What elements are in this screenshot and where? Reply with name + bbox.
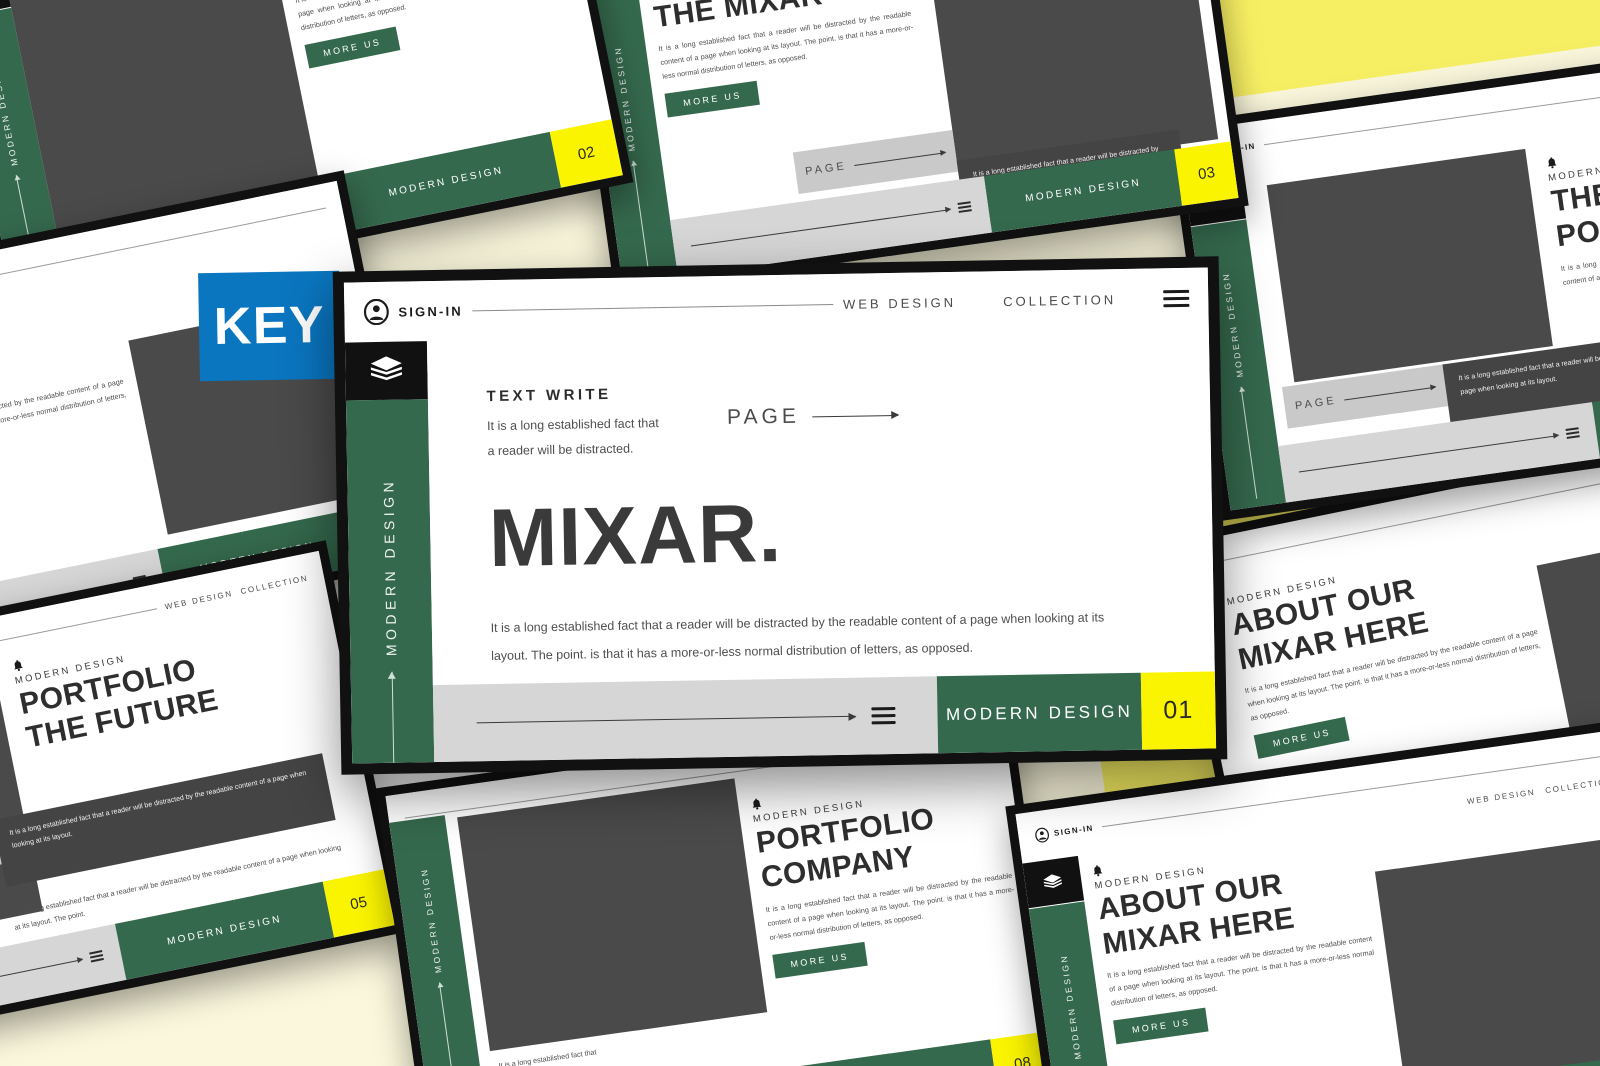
slide-paragraph: It is a long established fact that a rea… xyxy=(0,376,128,460)
rail-label: MODERN DESIGN xyxy=(1058,953,1084,1061)
hero-body: TEXT WRITE It is a long established fact… xyxy=(426,327,1215,686)
hero-rail-logo-block xyxy=(344,341,428,401)
slide-body: MODERN DESIGN ABOUT OUR MIXAR HERE It is… xyxy=(1092,828,1394,1066)
slide-card-hero-mixar[interactable]: SIGN-IN WEB DESIGN COLLECTION MODERN DES… xyxy=(332,256,1228,775)
bell-icon xyxy=(752,799,762,811)
arrow-right-icon xyxy=(811,414,898,418)
hero-slide-inner: SIGN-IN WEB DESIGN COLLECTION MODERN DES… xyxy=(343,267,1217,764)
more-us-button[interactable]: MORE US xyxy=(772,941,868,979)
hero-lede-line-1: It is a long established fact that xyxy=(486,416,659,434)
arrow-right-icon xyxy=(854,151,946,166)
slide-body: MODERN DESIGN INDUSTRIAL THE MIXAR It is… xyxy=(643,0,935,218)
footer-grey xyxy=(432,676,939,763)
key-logo-text: KEY xyxy=(213,296,326,356)
hamburger-icon[interactable] xyxy=(1565,427,1580,440)
key-logo-tile: KEY xyxy=(198,270,341,382)
rail-label: MODERN DESIGN xyxy=(418,867,444,975)
arrow-up-icon xyxy=(391,671,394,763)
topbar-rule xyxy=(472,303,834,311)
page-chip-label: PAGE xyxy=(804,160,848,178)
signin-label: SIGN-IN xyxy=(398,303,464,320)
nav-collection[interactable]: COLLECTION xyxy=(240,574,310,597)
topbar-rule xyxy=(1263,96,1600,146)
arrow-right-icon xyxy=(476,715,856,724)
avatar-icon xyxy=(363,298,389,326)
signin-label: SIGN-IN xyxy=(1053,823,1095,839)
hero-rail-green: MODERN DESIGN xyxy=(345,398,435,764)
footer-page-number: 01 xyxy=(1140,671,1217,750)
slide-card-about-our-mixar-bottom[interactable]: SIGN-IN MODERN DESIGN MODERN DESIGN ABOU… xyxy=(1005,717,1600,1066)
signin-group[interactable]: SIGN-IN xyxy=(363,298,463,326)
avatar-icon xyxy=(1034,828,1049,844)
hamburger-icon[interactable] xyxy=(88,950,104,963)
slide-paragraph: It is a long established fact that a rea… xyxy=(294,0,567,33)
slide-photo-cathedral-arches xyxy=(1375,836,1600,1066)
slide-photo-rollercoaster xyxy=(1266,148,1553,382)
hero-footer: MODERN DESIGN 01 xyxy=(432,671,1217,763)
signin-group[interactable]: SIGN-IN xyxy=(1033,821,1095,844)
bell-icon xyxy=(1547,157,1557,169)
slide-card-industrial[interactable]: WEB DESIGN COLLECTION MODERN DESIGN MODE… xyxy=(559,0,1249,295)
rail-label: MODERN DESIGN xyxy=(380,477,400,656)
footer-label: MODERN DESIGN xyxy=(937,672,1142,754)
more-us-button[interactable]: MORE US xyxy=(664,81,761,118)
more-us-button[interactable]: MORE US xyxy=(1113,1007,1209,1045)
arrow-up-icon xyxy=(632,160,650,274)
hamburger-icon[interactable] xyxy=(957,201,972,214)
nav-collection[interactable]: COLLECTION xyxy=(1003,292,1116,309)
rail-logo-block xyxy=(1022,855,1085,909)
arrow-up-icon xyxy=(439,982,461,1066)
slide-inner: WEB DESIGN COLLECTION MODERN DESIGN MODE… xyxy=(569,0,1239,285)
more-us-button[interactable]: MORE US xyxy=(1254,717,1350,760)
hero-paragraph: It is a long established fact that a rea… xyxy=(490,610,1105,664)
bell-icon xyxy=(1094,865,1103,877)
hamburger-icon[interactable] xyxy=(871,707,896,725)
layers-icon xyxy=(370,356,403,381)
hero-title: MIXAR. xyxy=(488,488,783,585)
more-us-button[interactable]: MORE US xyxy=(304,26,401,69)
hamburger-icon[interactable] xyxy=(1163,289,1190,307)
slide-body: MODERN DESIGN PORTFOLIO COMPANY It is a … xyxy=(750,764,1034,1066)
footer-page-number: 05 xyxy=(322,869,395,938)
nav-web-design[interactable]: WEB DESIGN xyxy=(843,294,956,311)
arrow-right-icon xyxy=(690,208,951,247)
slide-inner: SIGN-IN WEB DESIGN COLLECTION MODERN DES… xyxy=(1177,45,1600,511)
bell-icon xyxy=(13,660,23,671)
footer-page-number: 02 xyxy=(549,119,623,188)
rail-label: MODERN DESIGN xyxy=(1220,271,1246,379)
nav-web-design[interactable]: WEB DESIGN xyxy=(164,589,234,612)
arrow-right-icon xyxy=(1298,434,1559,473)
rail-label: MODERN DESIGN xyxy=(0,60,20,167)
hero-section-label: TEXT WRITE xyxy=(486,386,612,406)
hero-lede-line-2: a reader will be distracted. xyxy=(487,441,634,459)
slide-photo-skyline-window xyxy=(457,777,768,1052)
arrow-right-icon xyxy=(1344,386,1436,401)
hero-page-label: PAGE xyxy=(726,404,801,430)
arrow-up-icon xyxy=(1240,386,1258,500)
presentation-mockup-canvas: SIGN-IN WEB DESIGN MODERN DESIGN MODERN … xyxy=(0,0,1600,1066)
footer-page-number: 03 xyxy=(1174,141,1239,206)
layers-icon xyxy=(1043,873,1063,888)
page-chip-label: PAGE xyxy=(1294,395,1338,413)
hero-page-marker: PAGE xyxy=(727,403,898,430)
